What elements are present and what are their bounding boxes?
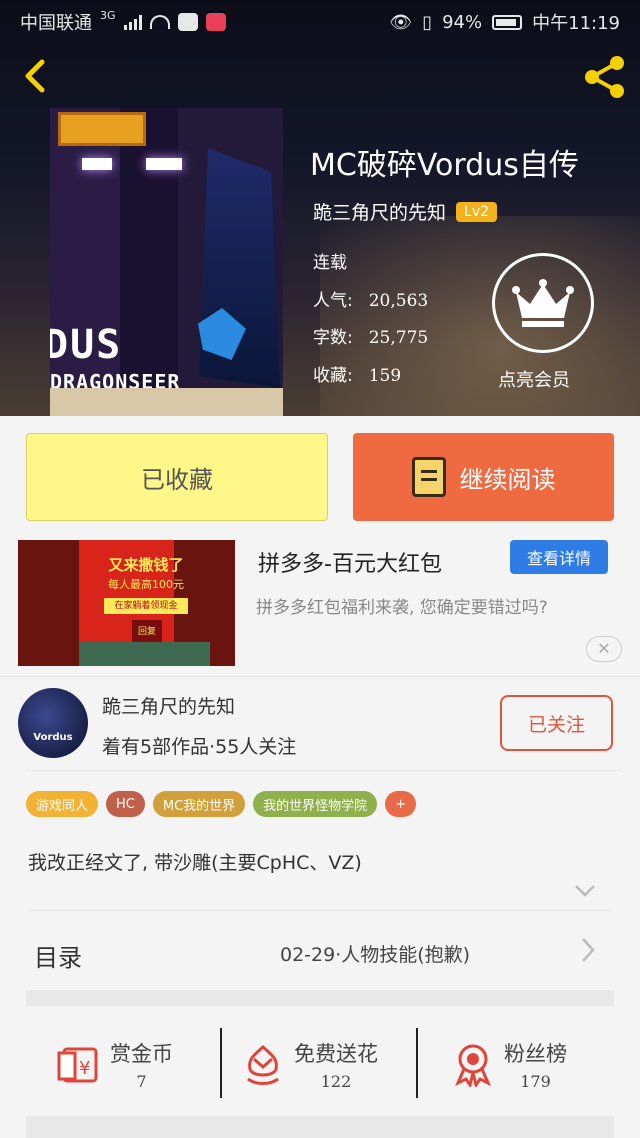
flower-label: 免费送花 (294, 1041, 378, 1066)
flower-icon (247, 1044, 279, 1085)
wifi-icon (149, 15, 170, 29)
words-value: 25,775 (368, 328, 429, 348)
divider (0, 676, 640, 677)
ad-description: 拼多多红包福利来袭, 您确定要错过吗? (256, 598, 548, 618)
ad-title[interactable]: 拼多多-百元大红包 (258, 546, 442, 578)
favorites-value: 159 (368, 366, 402, 386)
reward-label: 赏金币 (110, 1041, 173, 1066)
tag-item[interactable]: 游戏同人 (26, 791, 99, 817)
words-label: 字数: (313, 328, 353, 348)
section-spacer (26, 1116, 614, 1138)
fans-value: 179 (520, 1071, 551, 1091)
chevron-left-icon (25, 59, 45, 93)
ad-image[interactable]: 又来撒钱了 每人最高100元 在家躺着领现金 回复 (18, 540, 235, 666)
ad-close-button[interactable]: ✕ (586, 636, 622, 662)
battery-icon (492, 14, 523, 30)
cover-eye-left (82, 158, 112, 170)
chevron-right-icon (582, 938, 595, 962)
ad-image-banner: 在家躺着领现金 (104, 598, 188, 614)
vibrate-icon: ▯ (422, 11, 433, 33)
continue-reading-label: 继续阅读 (459, 465, 556, 494)
toc-arrow-button[interactable] (580, 936, 596, 970)
book-cover[interactable]: DUS DRAGONSEER (50, 108, 283, 416)
network-type: 3G (100, 9, 116, 22)
svg-text:¥: ¥ (79, 1058, 90, 1079)
clock: 中午11:19 (532, 13, 620, 34)
share-icon (585, 56, 624, 98)
divider (220, 1028, 222, 1098)
level-badge: Lv2 (456, 201, 498, 222)
avatar[interactable]: Vordus (18, 688, 88, 758)
follow-button[interactable]: 已关注 (500, 695, 613, 751)
divider (26, 770, 622, 771)
book-header: 中国联通 3G 👁 ▯ 94% 中午11:19 DUS DRAGONSEER M… (0, 0, 640, 416)
vip-button[interactable] (492, 253, 594, 353)
back-button[interactable] (16, 56, 56, 96)
medal-icon (455, 1044, 491, 1087)
ad-image-city (80, 642, 210, 666)
cover-ground (50, 388, 283, 416)
tag-list: 游戏同人 HC MC我的世界 我的世界怪物学院 + (26, 791, 417, 817)
ad-image-badge: 回复 (132, 620, 162, 644)
ad-image-headline: 又来撒钱了 (108, 556, 184, 574)
popularity-value: 20,563 (368, 291, 429, 311)
cover-title: DUS (50, 322, 123, 368)
continue-reading-button[interactable]: 继续阅读 (353, 433, 614, 521)
expand-description-button[interactable] (574, 882, 596, 904)
fans-label: 粉丝榜 (504, 1041, 567, 1066)
send-flower-button[interactable]: 免费送花 122 (240, 1028, 378, 1100)
book-icon (411, 457, 446, 497)
author-name[interactable]: 跪三角尺的先知 (313, 198, 446, 225)
crown-icon (512, 279, 574, 327)
signal-icon (123, 14, 142, 30)
vip-label[interactable]: 点亮会员 (498, 366, 570, 392)
fans-ranking-button[interactable]: 粉丝榜 179 (450, 1028, 567, 1100)
chevron-down-icon (575, 885, 595, 897)
popularity-label: 人气: (313, 291, 353, 311)
ad-detail-button[interactable]: 查看详情 (510, 540, 608, 574)
red-envelope-icon: ¥ (57, 1047, 98, 1083)
cover-crown (58, 112, 146, 146)
wechat-icon (177, 13, 198, 31)
book-description: 我改正经文了, 带沙雕(主要CpHC、VZ) (28, 852, 362, 874)
carrier-label: 中国联通 (20, 13, 92, 34)
divider (26, 910, 614, 911)
book-title: MC破碎Vordus自传 (310, 148, 579, 183)
favorites-stat: 收藏: 159 (313, 361, 401, 386)
ad-image-subline: 每人最高100元 (108, 578, 184, 591)
section-spacer (26, 990, 614, 1006)
tag-item[interactable]: MC我的世界 (152, 791, 246, 817)
tag-item[interactable]: 我的世界怪物学院 (253, 791, 378, 817)
reward-value: 7 (136, 1071, 147, 1091)
words-stat: 字数: 25,775 (313, 323, 428, 348)
author-card-name[interactable]: 跪三角尺的先知 (102, 692, 235, 719)
reward-coins-button[interactable]: ¥ 赏金币 7 (56, 1028, 173, 1100)
divider (416, 1028, 418, 1098)
author-row: 跪三角尺的先知 Lv2 (313, 198, 498, 225)
popularity-stat: 人气: 20,563 (313, 286, 428, 311)
tag-item[interactable]: HC (106, 791, 145, 817)
battery-percent: 94% (442, 11, 483, 33)
favorites-label: 收藏: (313, 366, 353, 386)
app-notification-icon (205, 13, 226, 31)
cover-eye-right (146, 158, 182, 170)
toc-label[interactable]: 目录 (34, 938, 82, 973)
share-button[interactable] (580, 54, 630, 100)
eye-icon: 👁 (389, 11, 413, 33)
flower-value: 122 (320, 1071, 352, 1091)
status-bar: 中国联通 3G 👁 ▯ 94% 中午11:19 (0, 0, 640, 44)
toc-latest-chapter[interactable]: 02-29·人物技能(抱歉) (280, 940, 470, 967)
serial-status: 连载 (313, 253, 347, 273)
collected-button[interactable]: 已收藏 (26, 433, 328, 521)
add-tag-button[interactable]: + (385, 791, 417, 817)
author-card-meta: 着有5部作品·55人关注 (102, 736, 297, 758)
avatar-text: Vordus (33, 732, 73, 743)
